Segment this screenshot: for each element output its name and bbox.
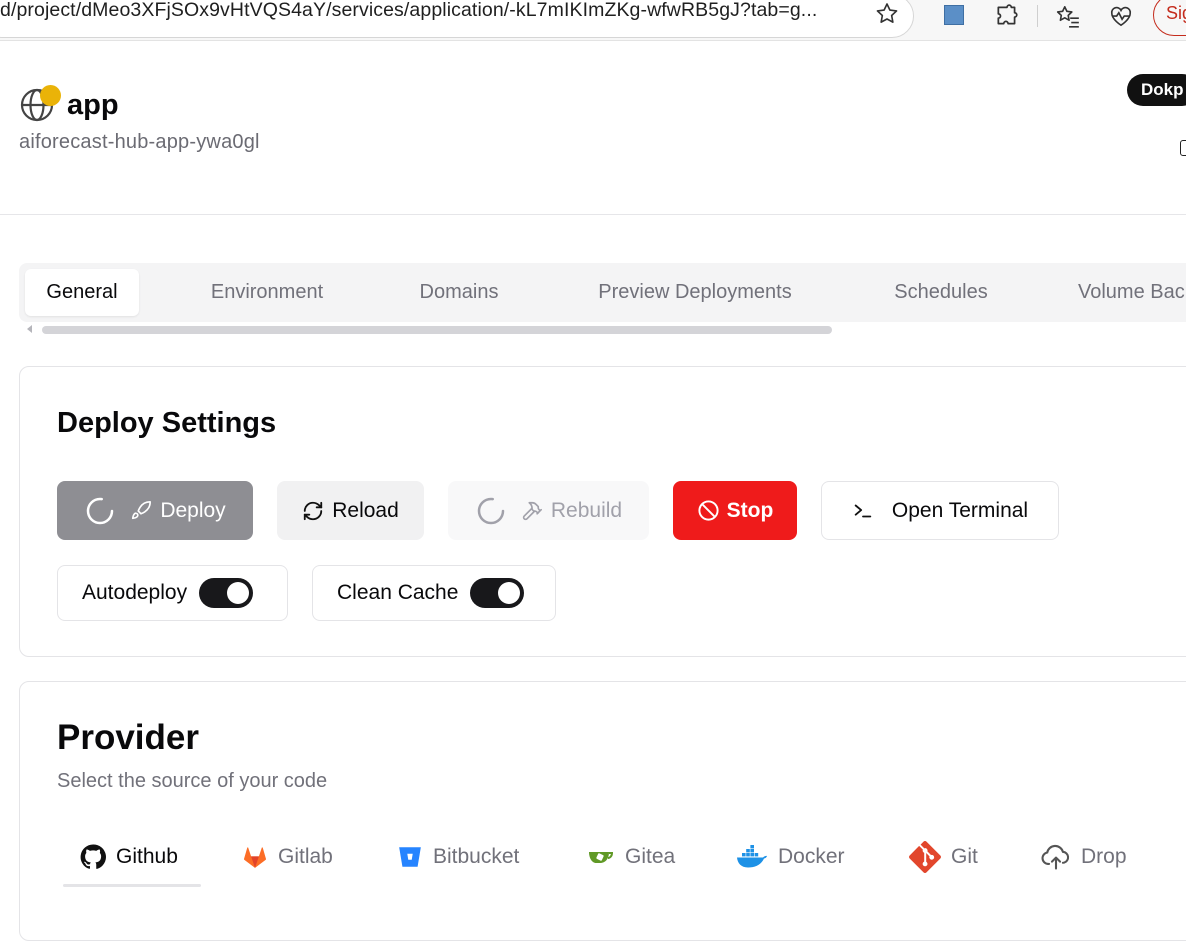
provider-tab-label: Gitlab: [278, 845, 333, 868]
provider-card: Provider Select the source of your code …: [19, 681, 1186, 941]
stop-label: Stop: [726, 498, 774, 522]
clean-cache-setting: Clean Cache: [312, 565, 556, 621]
tabs-scrollbar[interactable]: [42, 326, 832, 334]
provider-tab-label: Docker: [778, 845, 845, 868]
rebuild-button[interactable]: Rebuild: [448, 481, 649, 540]
gitlab-icon: [244, 847, 266, 868]
gitea-icon: [589, 852, 614, 863]
open-terminal-label: Open Terminal: [891, 498, 1029, 522]
provider-tab-gitlab[interactable]: Gitlab: [242, 827, 333, 887]
deploy-settings-card: Deploy Settings Deploy Reload Rebuild St…: [19, 366, 1186, 657]
extension-square-icon[interactable]: [944, 5, 964, 25]
provider-subtitle: Select the source of your code: [57, 770, 328, 792]
deploy-label: Deploy: [160, 498, 226, 522]
tab-domains[interactable]: Domains: [401, 269, 517, 316]
loading-spinner-icon: [87, 497, 114, 524]
provider-tab-drop[interactable]: Drop: [1041, 827, 1127, 887]
settings-tab-list: General Environment Domains Preview Depl…: [19, 263, 1186, 322]
provider-tab-docker[interactable]: Docker: [736, 827, 845, 887]
app-slug: aiforecast-hub-app-ywa0gl: [19, 131, 260, 153]
tab-general[interactable]: General: [25, 269, 139, 316]
provider-tab-label: Bitbucket: [433, 845, 520, 868]
stop-button[interactable]: Stop: [673, 481, 797, 540]
toolbar-divider: [1037, 5, 1038, 27]
provider-tab-github[interactable]: Github: [80, 827, 178, 887]
clean-cache-toggle[interactable]: [470, 578, 525, 608]
tab-volume-backups[interactable]: Volume Bac: [1063, 269, 1186, 316]
page-title: app: [67, 89, 119, 121]
header-divider: [0, 214, 1186, 215]
provider-tab-label: Github: [116, 845, 178, 868]
loading-spinner-icon: [477, 497, 505, 524]
copy-icon[interactable]: [1180, 140, 1186, 156]
browser-health-icon[interactable]: [1108, 3, 1134, 29]
server-badge: Dokp: [1127, 74, 1186, 106]
active-tab-indicator: [63, 884, 201, 887]
bitbucket-icon: [399, 847, 421, 867]
cloud-upload-icon: [1041, 844, 1070, 870]
reload-label: Reload: [332, 498, 399, 522]
terminal-icon: [854, 504, 872, 517]
autodeploy-label: Autodeploy: [82, 581, 188, 604]
extensions-puzzle-icon[interactable]: [994, 3, 1020, 29]
github-icon: [80, 844, 106, 869]
clean-cache-label: Clean Cache: [337, 581, 459, 604]
refresh-icon: [304, 501, 323, 520]
hammer-icon: [522, 501, 542, 520]
rocket-icon: [132, 500, 152, 519]
autodeploy-setting: Autodeploy: [57, 565, 288, 621]
provider-tab-git[interactable]: Git: [909, 827, 978, 887]
sign-in-label: Sig: [1166, 3, 1186, 23]
ban-icon: [698, 500, 719, 521]
address-bar-url[interactable]: d/project/dMeo3XFjSOx9vHtVQS4aY/services…: [0, 0, 817, 22]
deploy-button[interactable]: Deploy: [57, 481, 253, 540]
status-indicator-dot: [40, 85, 61, 106]
tab-schedules[interactable]: Schedules: [874, 269, 1008, 316]
browser-toolbar: d/project/dMeo3XFjSOx9vHtVQS4aY/services…: [0, 0, 1186, 41]
scroll-left-arrow-icon[interactable]: [27, 325, 32, 333]
open-terminal-button[interactable]: Open Terminal: [821, 481, 1059, 540]
provider-tab-label: Gitea: [625, 845, 676, 868]
favorite-star-icon[interactable]: [874, 1, 900, 27]
reload-button[interactable]: Reload: [277, 481, 424, 540]
docker-icon: [737, 845, 767, 868]
tab-environment[interactable]: Environment: [187, 269, 347, 316]
favorites-list-icon[interactable]: [1055, 3, 1081, 29]
git-icon: [909, 841, 941, 873]
deploy-settings-title: Deploy Settings: [57, 407, 277, 439]
provider-title: Provider: [57, 718, 199, 757]
provider-tab-label: Drop: [1081, 845, 1127, 868]
tab-preview-deployments[interactable]: Preview Deployments: [574, 269, 816, 316]
provider-tab-label: Git: [951, 845, 978, 868]
autodeploy-toggle[interactable]: [199, 578, 254, 608]
provider-tab-bitbucket[interactable]: Bitbucket: [397, 827, 519, 887]
address-bar[interactable]: d/project/dMeo3XFjSOx9vHtVQS4aY/services…: [0, 0, 914, 38]
provider-tab-gitea[interactable]: Gitea: [587, 827, 675, 887]
rebuild-label: Rebuild: [550, 498, 623, 522]
sign-in-button[interactable]: Sig: [1153, 0, 1186, 36]
